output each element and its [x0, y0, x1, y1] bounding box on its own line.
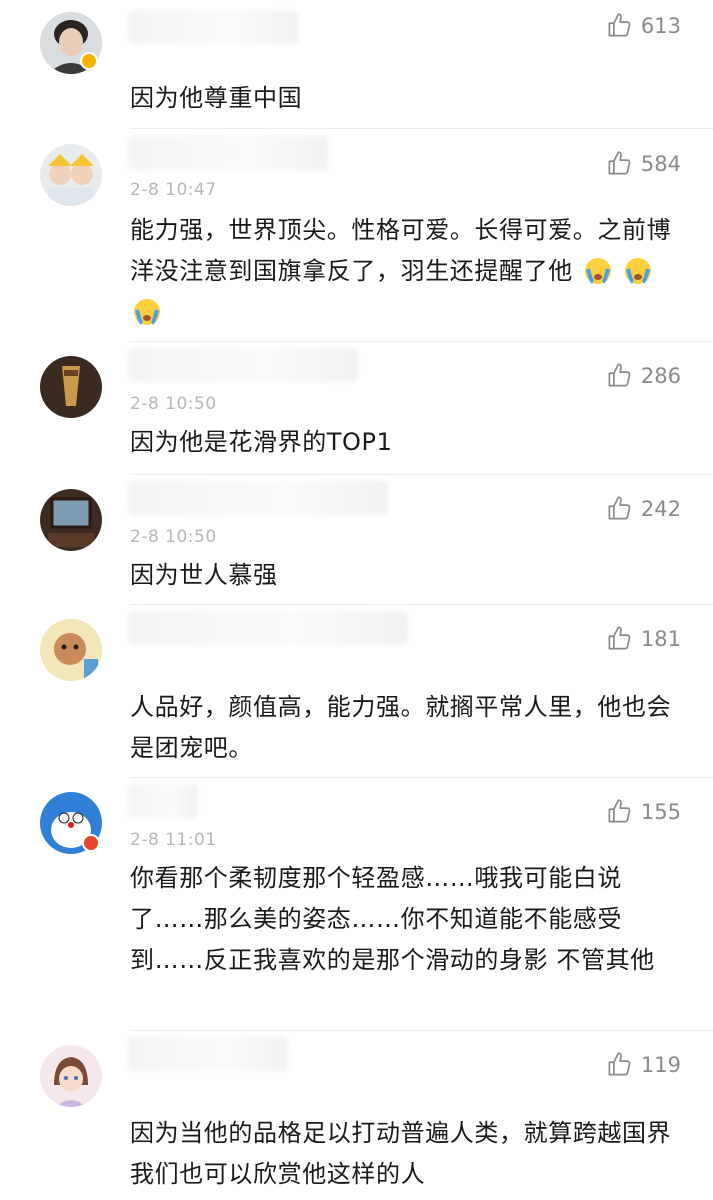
comment-text: 你看那个柔韧度那个轻盈感……哦我可能白说了……那么美的姿态……你不知道能不能感受… [130, 864, 655, 974]
username-redacted [128, 136, 328, 170]
comment-text: 因为他是花滑界的TOP1 [130, 428, 393, 456]
like-count: 155 [640, 799, 681, 824]
like-count: 119 [640, 1052, 681, 1077]
comment-item: 2-8 10:47 584 能力强，世界顶尖。性格可爱。长得可爱。之前博洋没注意… [0, 130, 713, 342]
like-button[interactable]: 242 [606, 495, 681, 522]
crying-face-emoji-icon [625, 258, 652, 284]
thumbs-up-icon [608, 363, 631, 387]
avatar[interactable] [40, 144, 102, 206]
timestamp: 2-8 10:50 [130, 527, 217, 547]
like-count: 613 [640, 13, 681, 38]
thumbs-up-icon [608, 13, 631, 37]
comment-text: 人品好，颜值高，能力强。就搁平常人里，他也会是团宠吧。 [130, 693, 672, 762]
like-count: 181 [640, 626, 681, 651]
username-redacted [128, 348, 358, 382]
avatar[interactable] [40, 489, 102, 551]
verified-badge-icon [82, 834, 100, 852]
avatar[interactable] [40, 619, 102, 681]
comment-text: 因为当他的品格足以打动普遍人类，就算跨越国界我们也可以欣赏他这样的人 [130, 1119, 672, 1188]
username-redacted [128, 611, 408, 645]
verified-badge-icon [80, 52, 98, 70]
divider [130, 128, 713, 129]
avatar[interactable] [40, 1045, 102, 1107]
comment-item: 2-8 10:50 286 因为他是花滑界的TOP1 [0, 342, 713, 475]
username-redacted [128, 1037, 288, 1071]
crying-face-emoji-icon [134, 299, 160, 325]
thumbs-up-icon [608, 151, 631, 175]
comment-item: 2-8 10:50 242 因为世人慕强 [0, 475, 713, 605]
username-redacted [128, 784, 198, 818]
timestamp: 2-8 11:01 [130, 830, 217, 850]
thumbs-up-icon [608, 799, 631, 823]
username-redacted [128, 10, 298, 44]
like-button[interactable]: 286 [606, 362, 681, 389]
like-button[interactable]: 155 [606, 798, 681, 825]
comment-item: 181 人品好，颜值高，能力强。就搁平常人里，他也会是团宠吧。 [0, 605, 713, 778]
comment-text: 因为他尊重中国 [130, 84, 303, 112]
comment-item: 119 因为当他的品格足以打动普遍人类，就算跨越国界我们也可以欣赏他这样的人 [0, 1031, 713, 1200]
like-button[interactable]: 181 [606, 625, 681, 652]
thumbs-up-icon [608, 496, 631, 520]
like-count: 584 [640, 151, 681, 176]
comment-item: 613 因为他尊重中国 [0, 0, 713, 130]
like-button[interactable]: 613 [606, 12, 681, 39]
comment-text: 因为世人慕强 [130, 561, 278, 589]
timestamp: 2-8 10:47 [130, 180, 217, 200]
like-count: 242 [640, 496, 681, 521]
thumbs-up-icon [608, 1052, 631, 1076]
username-redacted [128, 481, 388, 515]
crying-face-emoji-icon [585, 258, 612, 284]
avatar[interactable] [40, 356, 102, 418]
like-button[interactable]: 119 [606, 1051, 681, 1078]
like-button[interactable]: 584 [606, 150, 681, 177]
timestamp: 2-8 10:50 [130, 394, 217, 414]
comment-text: 能力强，世界顶尖。性格可爱。长得可爱。之前博洋没注意到国旗拿反了，羽生还提醒了他 [130, 210, 675, 333]
like-count: 286 [640, 363, 681, 388]
thumbs-up-icon [608, 626, 631, 650]
comment-item: 2-8 11:01 155 你看那个柔韧度那个轻盈感……哦我可能白说了……那么美… [0, 778, 713, 1031]
